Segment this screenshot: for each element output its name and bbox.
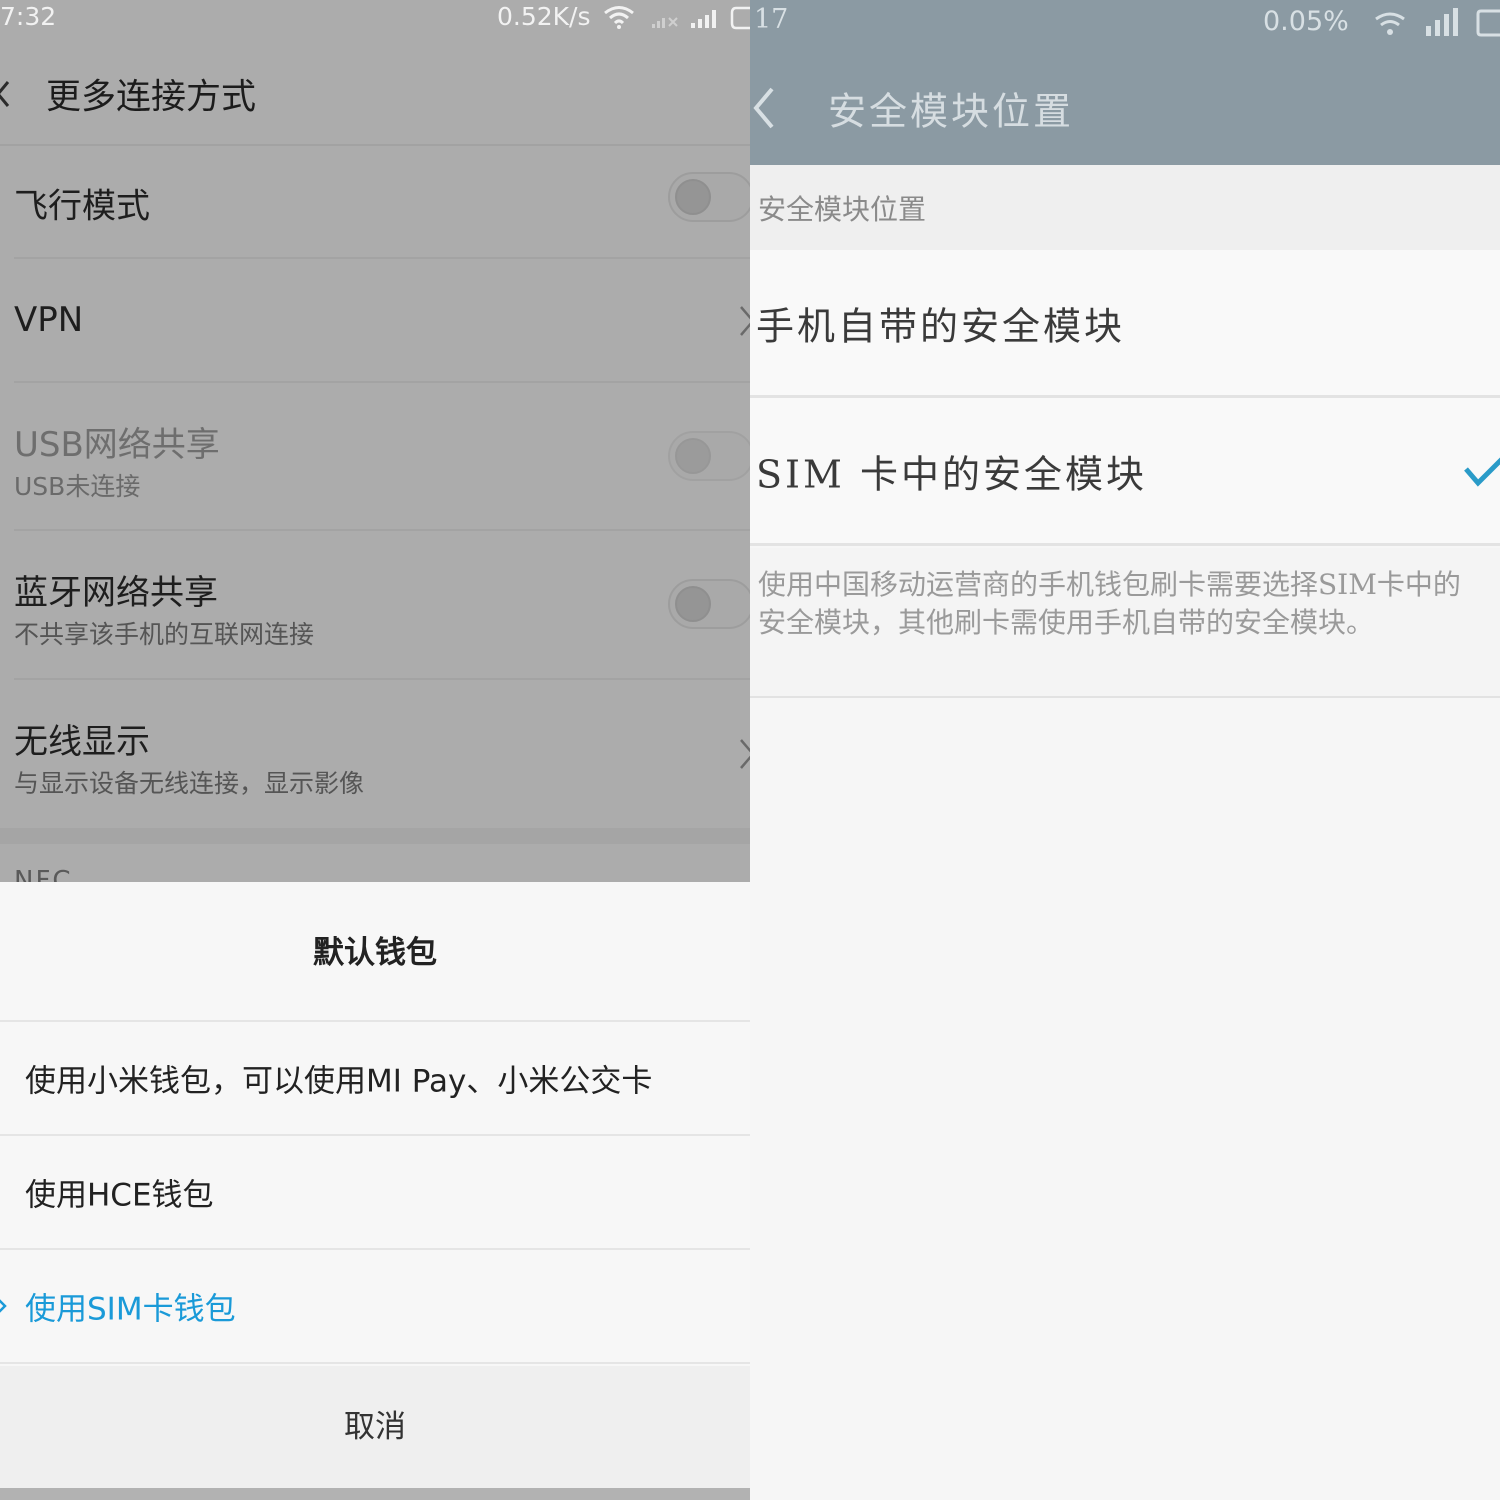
toggle-knob bbox=[675, 586, 711, 622]
header: 17 0.05% 安全模块位置 bbox=[750, 0, 1500, 165]
wifi-icon bbox=[1375, 12, 1405, 35]
default-wallet-sheet: 默认钱包 使用小米钱包，可以使用MI Pay、小米公交卡 使用HCE钱包 使用S… bbox=[0, 882, 750, 1500]
setting-airplane-mode[interactable]: 飞行模式 bbox=[14, 148, 750, 259]
setting-vpn[interactable]: VPN bbox=[14, 259, 750, 383]
setting-title: 蓝牙网络共享 bbox=[14, 573, 218, 613]
signal-off-icon bbox=[652, 17, 678, 28]
signal-icon bbox=[1426, 8, 1458, 36]
bottom-edge bbox=[0, 1488, 750, 1500]
setting-title: VPN bbox=[14, 300, 84, 340]
cancel-button[interactable]: 取消 bbox=[0, 1366, 750, 1488]
battery-icon bbox=[1476, 9, 1500, 37]
setting-subtitle: USB未连接 bbox=[14, 472, 141, 501]
setting-wireless-display[interactable]: 无线显示 与显示设备无线连接，显示影像 bbox=[14, 680, 750, 828]
status-bar: 7:32 0.52K/s bbox=[0, 0, 750, 36]
status-time: 7:32 bbox=[0, 2, 57, 31]
status-bar: 17 0.05% bbox=[750, 0, 1500, 45]
section-label: 安全模块位置 bbox=[758, 192, 927, 226]
option-label: SIM 卡中的安全模块 bbox=[756, 452, 1148, 496]
setting-bluetooth-tethering[interactable]: 蓝牙网络共享 不共享该手机的互联网连接 bbox=[14, 531, 750, 680]
back-arrow-icon[interactable] bbox=[0, 74, 14, 114]
setting-title: USB网络共享 bbox=[14, 425, 220, 465]
wallet-option-hce[interactable]: 使用HCE钱包 bbox=[0, 1136, 750, 1250]
status-net-speed: 0.52K/s bbox=[497, 2, 591, 31]
module-option-phone[interactable]: 手机自带的安全模块 bbox=[750, 250, 1500, 398]
section-header: 安全模块位置 bbox=[750, 165, 1500, 250]
airplane-mode-toggle[interactable] bbox=[668, 172, 750, 222]
setting-usb-tethering: USB网络共享 USB未连接 bbox=[14, 383, 750, 531]
header: 更多连接方式 bbox=[0, 36, 750, 146]
option-label: 使用小米钱包，可以使用MI Pay、小米公交卡 bbox=[25, 1063, 653, 1100]
option-label: 手机自带的安全模块 bbox=[756, 304, 1126, 348]
settings-background-dimmed: 7:32 0.52K/s 更多连接方式 飞行模式 VPN USB网络共享 USB… bbox=[0, 0, 750, 882]
status-percent: 0.05% bbox=[1263, 6, 1349, 37]
left-screen: 7:32 0.52K/s 更多连接方式 飞行模式 VPN USB网络共享 USB… bbox=[0, 0, 750, 1500]
setting-subtitle: 不共享该手机的互联网连接 bbox=[14, 620, 315, 649]
setting-title: 无线显示 bbox=[14, 722, 150, 762]
usb-tethering-toggle bbox=[668, 431, 750, 481]
wallet-option-sim[interactable]: 使用SIM卡钱包 bbox=[0, 1250, 750, 1364]
module-description: 使用中国移动运营商的手机钱包刷卡需要选择SIM卡中的安全模块，其他刷卡需使用手机… bbox=[750, 548, 1500, 698]
selected-indicator-icon bbox=[0, 1299, 7, 1313]
section-divider bbox=[0, 828, 750, 844]
page-title: 安全模块位置 bbox=[828, 89, 1075, 134]
back-arrow-icon[interactable] bbox=[750, 83, 780, 133]
option-label: 使用SIM卡钱包 bbox=[25, 1291, 236, 1328]
chevron-right-icon bbox=[740, 306, 750, 336]
wifi-icon bbox=[604, 6, 634, 29]
wallet-option-mi-wallet[interactable]: 使用小米钱包，可以使用MI Pay、小米公交卡 bbox=[0, 1022, 750, 1136]
toggle-knob bbox=[675, 438, 711, 474]
setting-title: 飞行模式 bbox=[14, 186, 150, 226]
section-header-nfc: NFC bbox=[14, 866, 73, 882]
bluetooth-tethering-toggle[interactable] bbox=[668, 579, 750, 629]
setting-subtitle: 与显示设备无线连接，显示影像 bbox=[14, 769, 365, 798]
option-label: 使用HCE钱包 bbox=[25, 1177, 214, 1214]
battery-icon bbox=[730, 6, 750, 30]
sheet-title: 默认钱包 bbox=[0, 882, 750, 1022]
page-title: 更多连接方式 bbox=[46, 77, 257, 118]
right-screen: 17 0.05% 安全模块位置 安全模块位置 手机自带的安全模块 SIM 卡中的 bbox=[750, 0, 1500, 1500]
signal-icon bbox=[691, 10, 716, 28]
toggle-knob bbox=[675, 179, 711, 215]
chevron-right-icon bbox=[740, 739, 750, 769]
module-option-sim[interactable]: SIM 卡中的安全模块 bbox=[750, 398, 1500, 546]
description-text: 使用中国移动运营商的手机钱包刷卡需要选择SIM卡中的安全模块，其他刷卡需使用手机… bbox=[758, 568, 1461, 639]
checkmark-icon bbox=[1464, 456, 1500, 487]
status-time: 17 bbox=[754, 4, 789, 35]
